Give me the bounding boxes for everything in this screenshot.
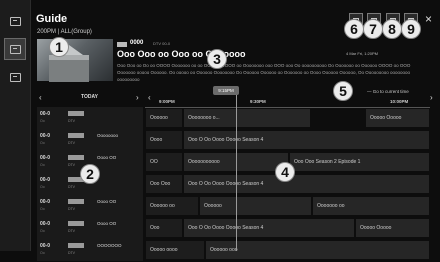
channel-row-sub: Oo [40,141,45,145]
time-tick: 10:00PM [390,99,409,104]
channel-row-number: 00-0 [40,155,51,161]
program-cell[interactable]: Ooooo Ooooo [365,108,430,128]
callout-9: 9 [401,19,421,39]
channel-row-number: 00-0 [40,177,51,183]
channel-row-sub: Oo [40,229,45,233]
channel-row-type: DTV [68,163,75,167]
channel-row-name: Oooo OO [97,155,117,160]
program-cell[interactable]: Oooo [145,130,183,150]
callout-7: 7 [363,19,383,39]
channel-row-number: 00-0 [40,133,51,139]
preview-house [49,55,89,82]
callout-1: 1 [49,37,69,57]
channel-row[interactable]: 00-0 Oo Oooooooo DTV [37,129,143,152]
channel-row-type: DTV [68,141,75,145]
go-to-current-time[interactable]: — Go to current time [367,89,409,94]
callout-3: 3 [207,49,227,69]
channel-row-name: Oooo OO [97,199,117,204]
program-cell[interactable]: Ooo Ooo [145,174,183,194]
channel-row-logo [68,133,84,138]
next-time-icon[interactable]: › [430,93,433,102]
program-cell[interactable]: Ooooooo oo [312,196,430,216]
callout-2: 2 [80,164,100,184]
program-cell[interactable]: Ooo O Oo Oooo Ooooo Season 4 [183,130,430,150]
callout-4: 4 [275,162,295,182]
channel-row-sub: Oo [40,251,45,255]
program-description: Ooo Ooo oo Oo oo OOOO Ooooooo oo oo OOOO… [117,63,411,82]
current-time-line [236,95,237,251]
channel-row-type: DTV [68,185,75,189]
channel-sub: DTV 00-0 [153,41,171,46]
page-title: Guide [36,13,68,25]
channel-row[interactable]: 00-0 Oo Oooo OO DTV [37,217,143,240]
now-badge: 9:15PM [213,86,239,95]
program-cell[interactable]: OO [145,152,183,172]
time-tick: 9:30PM [250,99,266,104]
channel-row-type: DTV [68,251,75,255]
channel-row-sub: Oo [40,119,45,123]
channel-logo [117,42,127,47]
channel-row-sub: Oo [40,185,45,189]
program-cell[interactable]: Ooooo oooo [145,240,205,260]
channel-row-number: 00-0 [40,243,51,249]
channel-row-logo [68,243,84,248]
channel-row-logo [68,155,84,160]
left-rail [0,0,31,251]
program-cell[interactable]: Oooooooo o... [183,108,311,128]
program-cell[interactable]: Oooooo [145,108,183,128]
channel-row-number: 00-0 [40,199,51,205]
channel-row-name: OOOOOOO [97,243,122,248]
program-cell[interactable]: Ooo O Oo Oooo Ooooo Season 4 [183,218,355,238]
program-cell[interactable]: Oooooo ooo [205,240,430,260]
schedule-icon[interactable] [4,66,26,88]
next-day-icon[interactable]: › [136,93,139,102]
channel-number: 0000 [130,40,144,46]
day-label: TODAY [81,94,98,100]
list-icon[interactable] [4,10,26,32]
program-meta: 4 Mar Fri, 1:20PM [346,51,379,56]
program-cell[interactable]: Ooo [145,218,183,238]
time-axis: 9:00PM 9:30PM 10:00PM [145,97,430,108]
time-tick: 9:00PM [159,99,175,104]
prev-day-icon[interactable]: ‹ [39,93,42,102]
close-icon[interactable]: × [425,12,432,26]
channel-row[interactable]: 00-0 Oo Oooo OO DTV [37,195,143,218]
channel-row-number: 00-0 [40,221,51,227]
program-cell[interactable]: Ooo O Oo Oooo Ooooo Season 4 [183,174,430,194]
program-cell[interactable]: Oooooo oo [145,196,199,216]
program-cell[interactable]: Oooooo [199,196,312,216]
channel-row-name: Oooo OO [97,221,117,226]
callout-8: 8 [382,19,402,39]
channel-row-type: DTV [68,119,75,123]
day-navigation: ‹ TODAY › [37,93,143,103]
channel-row-type: DTV [68,229,75,233]
channel-row-logo [68,199,84,204]
channel-row-logo [68,221,84,226]
page-subtitle: 200PM | ALL(Group) [37,29,92,35]
channel-row-type: DTV [68,207,75,211]
channel-row-logo [68,111,84,116]
program-cell[interactable]: Ooo Ooo Season 2 Episode 1 [289,152,430,172]
channel-row-sub: Oo [40,163,45,167]
channel-row-number: 00-0 [40,111,51,117]
callout-6: 6 [344,19,364,39]
channel-row-name: Oooooooo [97,133,119,138]
callout-5: 5 [333,81,353,101]
channel-row[interactable]: 00-0 Oo DTV [37,107,143,130]
program-cell[interactable]: Ooooo Ooooo [355,218,430,238]
guide-icon[interactable] [4,38,26,60]
channel-row-sub: Oo [40,207,45,211]
